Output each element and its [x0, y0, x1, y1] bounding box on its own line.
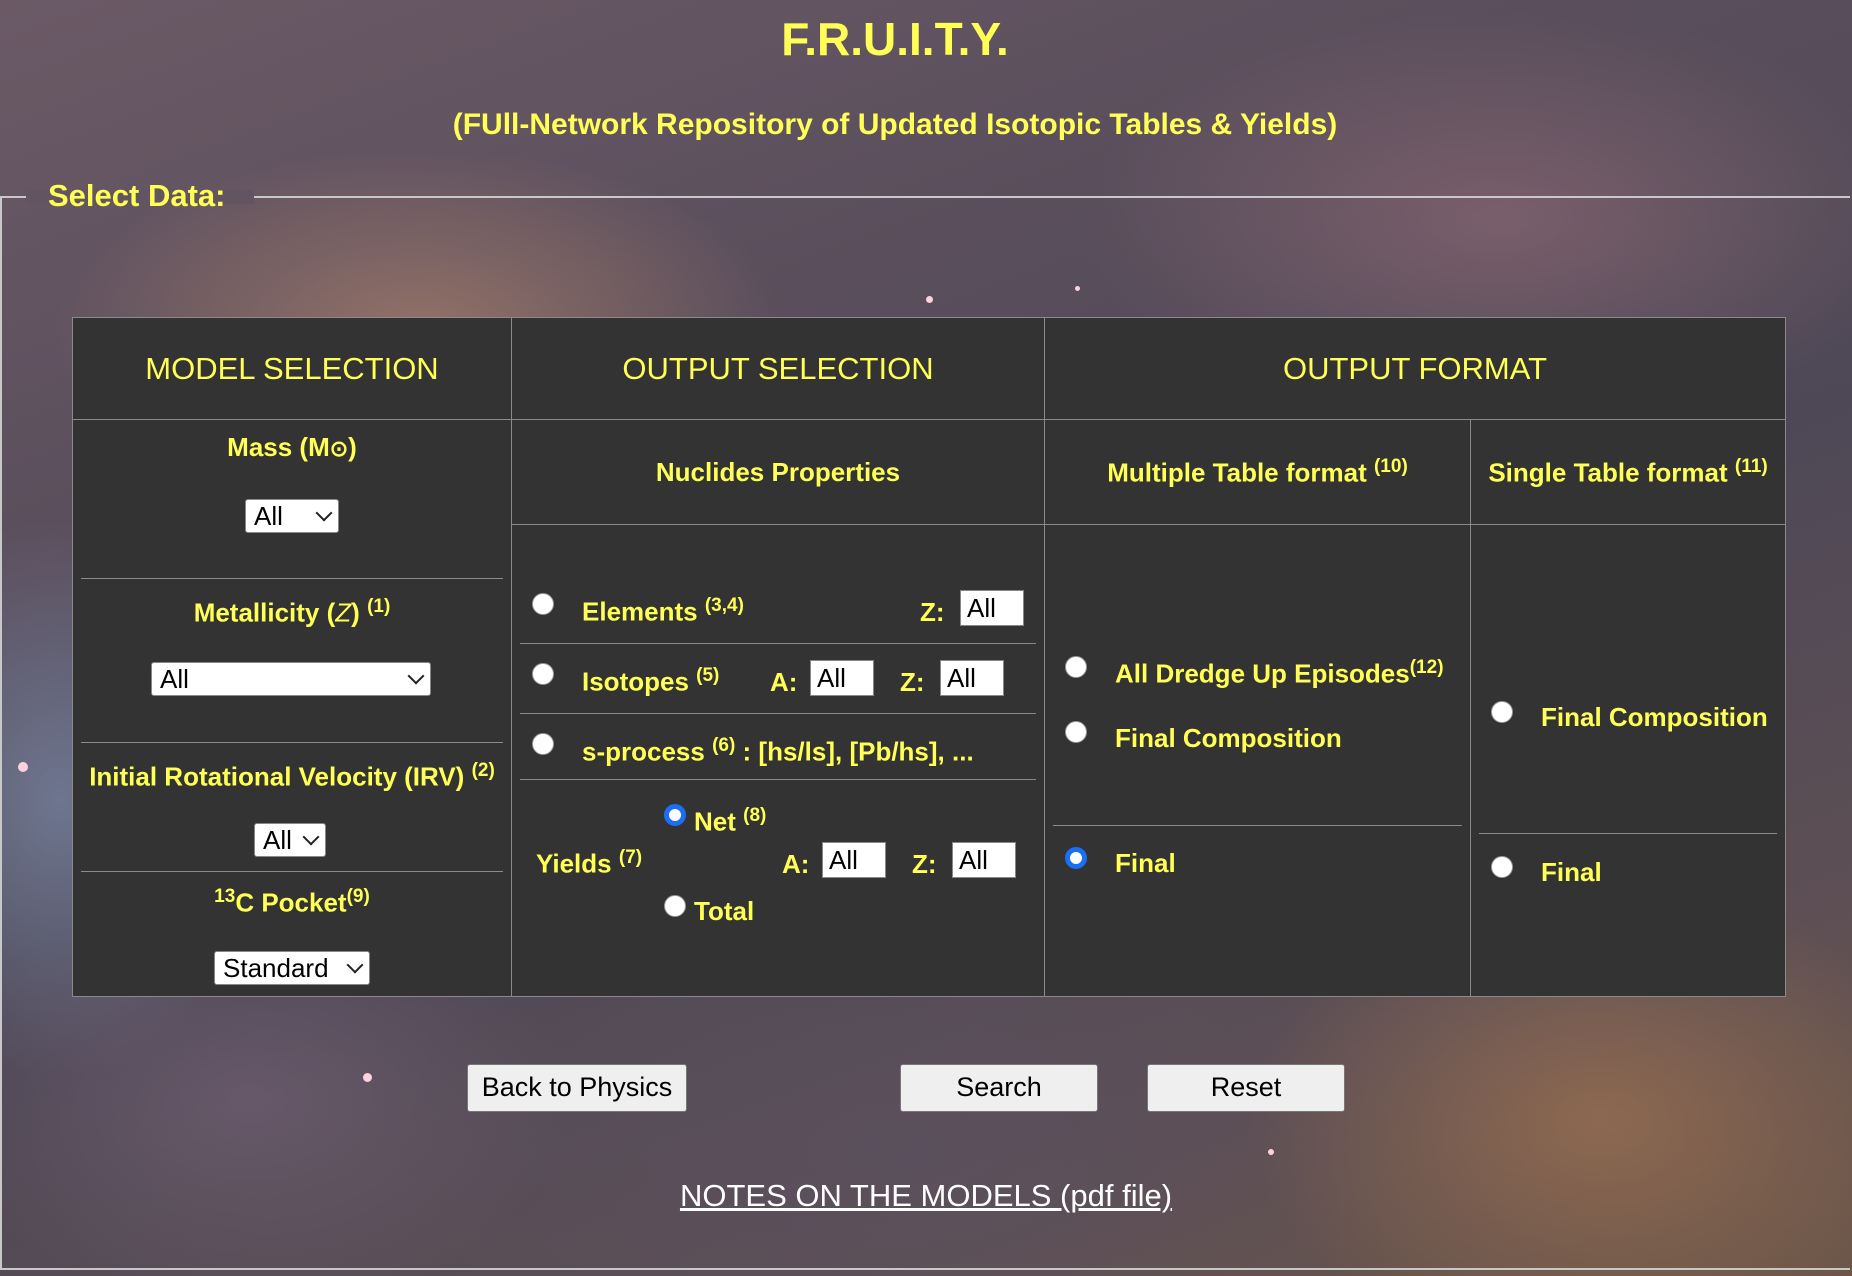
yields-a-input[interactable]: All — [822, 842, 886, 878]
elements-radio[interactable] — [532, 593, 554, 615]
single-final-composition-radio[interactable] — [1491, 701, 1513, 723]
nuclides-properties-header: Nuclides Properties — [511, 419, 1045, 525]
isotopes-label: Isotopes (5) — [582, 665, 720, 697]
chevron-down-icon — [302, 828, 320, 846]
single-table-format-cell: Final Composition Final — [1470, 524, 1786, 997]
final-composition-label: Final Composition — [1115, 723, 1342, 753]
sun-symbol-icon: ⊙ — [329, 436, 349, 461]
net-radio[interactable] — [664, 804, 686, 826]
total-label: Total — [694, 896, 755, 926]
isotopes-radio[interactable] — [532, 663, 554, 685]
reset-button[interactable]: Reset — [1147, 1064, 1345, 1112]
net-label: Net (8) — [694, 805, 767, 837]
isotopes-a-input[interactable]: All — [810, 660, 874, 696]
model-selection-cell: Mass (M⊙) All Metallicity (Z) (1) All In… — [72, 419, 512, 997]
isotopes-z-label: Z: — [900, 667, 925, 697]
single-final-label: Final — [1541, 857, 1602, 887]
irv-label: Initial Rotational Velocity (IRV) (2) — [89, 760, 495, 792]
header-output-selection: OUTPUT SELECTION — [511, 317, 1045, 420]
chevron-down-icon — [407, 667, 425, 685]
metallicity-select[interactable]: All — [151, 662, 431, 696]
irv-select[interactable]: All — [254, 823, 326, 857]
output-selection-cell: Elements (3,4) Z: All Isotopes (5) A: Al… — [511, 524, 1045, 997]
page-subtitle: (FUll-Network Repository of Updated Isot… — [452, 108, 1338, 141]
page-title: F.R.U.I.T.Y. — [781, 13, 1009, 65]
elements-label: Elements (3,4) — [582, 595, 744, 627]
pocket-select[interactable]: Standard — [214, 951, 370, 985]
all-dredge-up-radio[interactable] — [1065, 656, 1087, 678]
chevron-down-icon — [346, 956, 364, 974]
single-table-format-header: Single Table format (11) — [1470, 419, 1786, 525]
isotopes-z-input[interactable]: All — [940, 660, 1004, 696]
notes-pdf-link[interactable]: NOTES ON THE MODELS (pdf file) — [0, 1178, 1852, 1214]
multiple-final-radio[interactable] — [1065, 847, 1087, 869]
header-model-selection: MODEL SELECTION — [72, 317, 512, 420]
elements-z-input[interactable]: All — [960, 590, 1024, 626]
search-button[interactable]: Search — [900, 1064, 1098, 1112]
sprocess-radio[interactable] — [532, 733, 554, 755]
yields-z-input[interactable]: All — [952, 842, 1016, 878]
multiple-final-label: Final — [1115, 848, 1176, 878]
multiple-table-format-header: Multiple Table format (10) — [1044, 419, 1471, 525]
pocket-label: 13C Pocket(9) — [214, 886, 370, 918]
yields-label: Yields (7) — [536, 847, 643, 879]
elements-z-label: Z: — [920, 597, 945, 627]
mass-select[interactable]: All — [245, 499, 339, 533]
header-output-format: OUTPUT FORMAT — [1044, 317, 1786, 420]
single-final-radio[interactable] — [1491, 856, 1513, 878]
metallicity-label: Metallicity (Z) (1) — [193, 596, 391, 628]
yields-a-label: A: — [782, 849, 810, 879]
single-final-composition-label: Final Composition — [1541, 702, 1768, 732]
mass-label: Mass (M⊙) — [227, 432, 357, 462]
yields-z-label: Z: — [912, 849, 937, 879]
chevron-down-icon — [315, 504, 333, 522]
final-composition-radio[interactable] — [1065, 721, 1087, 743]
total-radio[interactable] — [664, 895, 686, 917]
back-to-physics-button[interactable]: Back to Physics — [467, 1064, 687, 1112]
selection-table: MODEL SELECTION OUTPUT SELECTION OUTPUT … — [72, 317, 1786, 997]
sprocess-label: s-process (6) : [hs/ls], [Pb/hs], ... — [582, 735, 974, 767]
all-dredge-up-label: All Dredge Up Episodes(12) — [1115, 657, 1444, 689]
isotopes-a-label: A: — [770, 667, 798, 697]
select-data-legend: Select Data: — [48, 178, 226, 213]
multiple-table-format-cell: All Dredge Up Episodes(12) Final Composi… — [1044, 524, 1471, 997]
